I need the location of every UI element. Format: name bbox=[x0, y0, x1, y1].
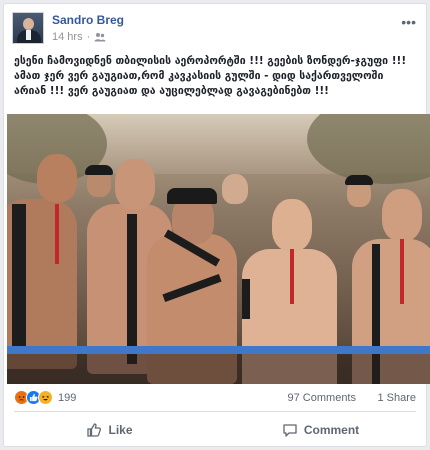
comment-label: Comment bbox=[303, 423, 360, 437]
ellipsis-icon[interactable]: ••• bbox=[401, 14, 416, 30]
reactions-summary[interactable]: 199 bbox=[14, 390, 76, 405]
author-avatar[interactable] bbox=[12, 12, 44, 44]
laughing-face-icon bbox=[42, 395, 49, 401]
post-text: ესენი ჩამოვიდნენ თბილისის აეროპორტში !!!… bbox=[14, 55, 407, 97]
meta-separator: · bbox=[86, 31, 91, 43]
post-card: Sandro Breg 14 hrs · ••• ესენი ჩამოვიდნე… bbox=[3, 3, 430, 447]
thumbs-up-icon bbox=[29, 393, 38, 402]
post-actions: Like Comment bbox=[4, 414, 426, 446]
action-divider bbox=[14, 411, 416, 412]
avatar-head bbox=[23, 18, 34, 30]
post-stats: 199 97 Comments 1 Share bbox=[4, 387, 426, 409]
like-icon bbox=[87, 423, 102, 437]
friends-icon-svg bbox=[94, 33, 106, 42]
post-photo[interactable] bbox=[7, 114, 430, 384]
photo-railing bbox=[7, 346, 430, 354]
post-meta: 14 hrs · bbox=[52, 31, 106, 43]
comment-icon bbox=[283, 424, 297, 437]
photo-crowd-foreground bbox=[7, 354, 430, 384]
comments-count[interactable]: 97 Comments bbox=[288, 392, 356, 404]
post-header: Sandro Breg 14 hrs · ••• bbox=[4, 4, 426, 48]
like-label: Like bbox=[108, 423, 133, 437]
author-name[interactable]: Sandro Breg bbox=[52, 13, 124, 27]
reaction-count: 199 bbox=[58, 391, 77, 404]
comment-button[interactable]: Comment bbox=[215, 414, 426, 446]
avatar-shirt bbox=[26, 30, 31, 40]
like-button[interactable]: Like bbox=[4, 414, 215, 446]
haha-react-icon bbox=[38, 390, 53, 405]
post-timestamp[interactable]: 14 hrs bbox=[52, 31, 83, 43]
shares-count[interactable]: 1 Share bbox=[377, 392, 416, 404]
friends-icon[interactable] bbox=[94, 32, 106, 42]
